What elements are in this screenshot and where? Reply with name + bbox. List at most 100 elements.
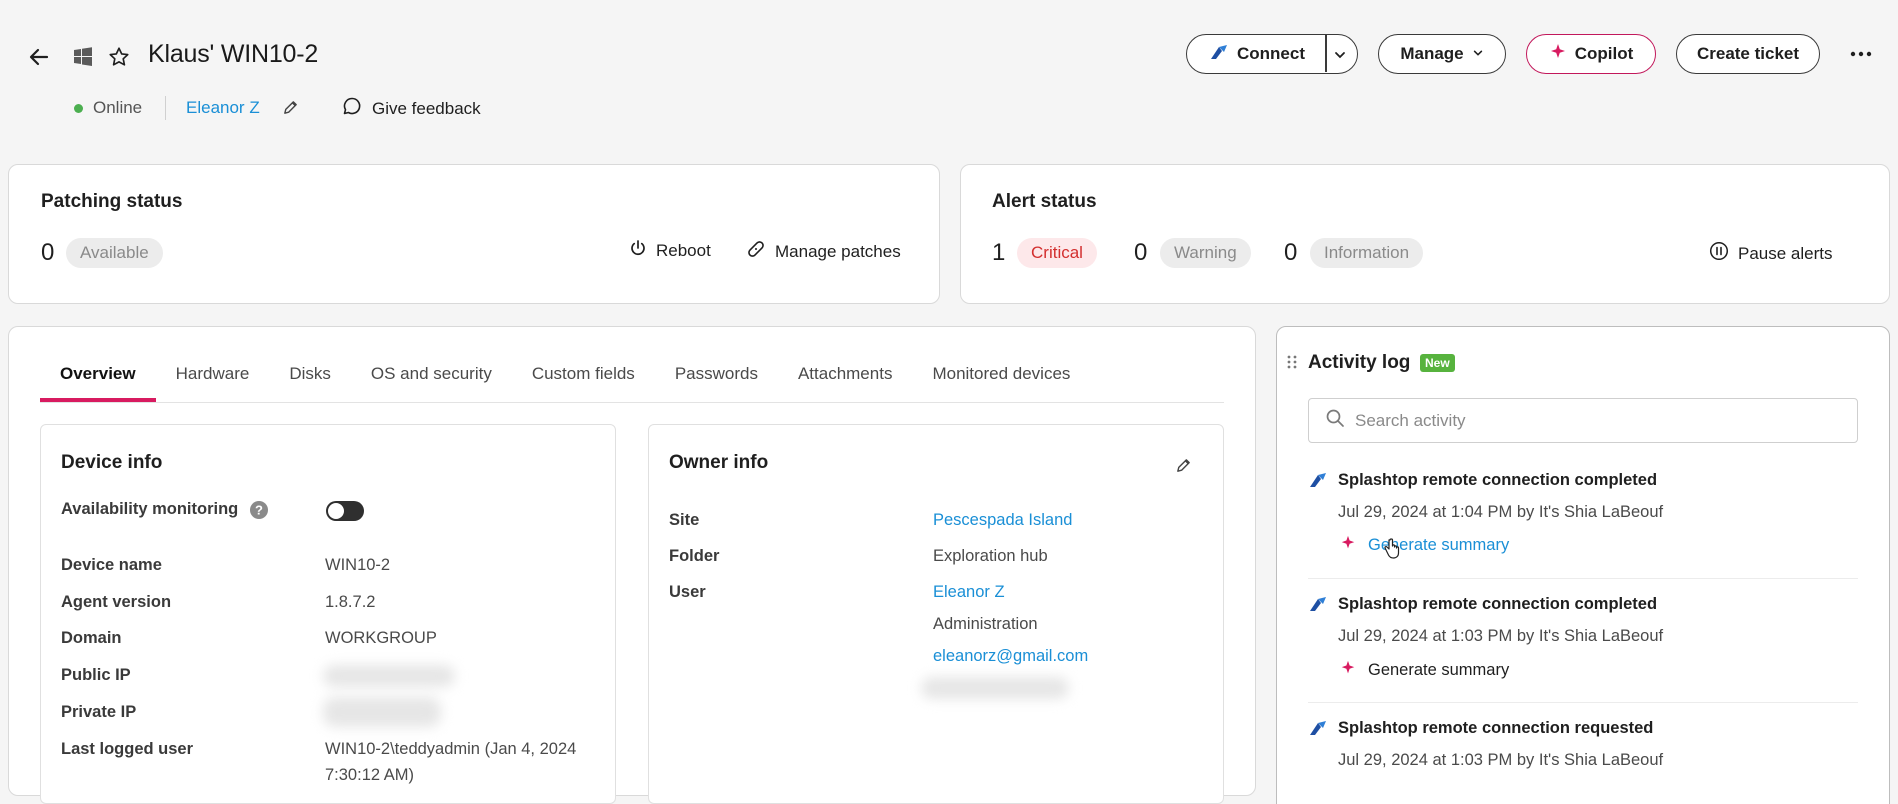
availability-toggle[interactable] (326, 501, 364, 521)
warning-pill[interactable]: Warning (1160, 238, 1251, 268)
folder-value: Exploration hub (933, 547, 1048, 565)
activity-item-title: Splashtop remote connection completed (1338, 471, 1658, 489)
activity-divider (1308, 578, 1858, 579)
bandage-icon (746, 239, 766, 264)
tab-monitored-devices[interactable]: Monitored devices (912, 358, 1090, 402)
manage-button[interactable]: Manage (1378, 34, 1506, 74)
tab-disks[interactable]: Disks (269, 358, 351, 402)
tab-passwords[interactable]: Passwords (655, 358, 778, 402)
generate-summary-label: Generate summary (1368, 661, 1510, 679)
generate-summary-link[interactable]: Generate summary (1340, 660, 1509, 681)
public-ip-label: Public IP (61, 666, 131, 684)
connect-label: Connect (1237, 44, 1305, 63)
give-feedback-label: Give feedback (372, 98, 481, 118)
drag-handle-icon[interactable] (1286, 354, 1298, 375)
divider (165, 96, 166, 120)
available-pill: Available (66, 238, 163, 268)
reboot-button[interactable]: Reboot (629, 239, 711, 262)
connect-button[interactable]: Connect (1186, 34, 1358, 74)
activity-item-meta: Jul 29, 2024 at 1:03 PM by It's Shia LaB… (1338, 751, 1664, 769)
user-name-link[interactable]: Eleanor Z (933, 583, 1005, 602)
device-info-title: Device info (61, 452, 163, 473)
manage-label: Manage (1400, 44, 1464, 63)
activity-divider (1308, 702, 1858, 703)
folder-label: Folder (669, 547, 720, 565)
device-info-panel: Device info Availability monitoring ? De… (40, 424, 616, 804)
user-email-link[interactable]: eleanorz@gmail.com (933, 647, 1088, 666)
information-pill[interactable]: Information (1310, 238, 1424, 268)
patching-count: 0 (41, 239, 55, 266)
phone-redacted (921, 677, 1069, 699)
activity-item-meta: Jul 29, 2024 at 1:04 PM by It's Shia LaB… (1338, 503, 1664, 521)
tab-custom-fields[interactable]: Custom fields (512, 358, 655, 402)
reboot-label: Reboot (656, 240, 711, 260)
assignee-link[interactable]: Eleanor Z (186, 98, 260, 118)
alert-title: Alert status (992, 191, 1097, 212)
device-name-value: WIN10-2 (325, 556, 391, 574)
hand-cursor-icon (1383, 538, 1401, 565)
pause-alerts-label: Pause alerts (1738, 243, 1833, 263)
warning-count: 0 (1134, 239, 1148, 266)
splashtop-icon (1209, 43, 1229, 66)
domain-label: Domain (61, 629, 122, 647)
create-ticket-label: Create ticket (1696, 44, 1800, 63)
tab-os-and-security[interactable]: OS and security (351, 358, 512, 402)
give-feedback-link[interactable]: Give feedback (342, 96, 481, 121)
public-ip-redacted (323, 665, 455, 687)
page-title: Klaus' WIN10-2 (148, 40, 319, 68)
owner-info-panel: Owner info Site Pescespada Island Folder… (648, 424, 1224, 804)
user-label: User (669, 583, 706, 601)
svg-text:?: ? (255, 503, 263, 518)
copilot-button[interactable]: Copilot (1526, 34, 1656, 74)
site-label: Site (669, 511, 700, 529)
info-count: 0 (1284, 239, 1298, 266)
patching-title: Patching status (41, 191, 183, 212)
private-ip-redacted (323, 697, 441, 727)
last-logged-user-value: WIN10-2\teddyadmin (Jan 4, 2024 (325, 740, 577, 758)
copilot-label: Copilot (1574, 44, 1634, 63)
device-tabs: Overview Hardware Disks OS and security … (40, 358, 1090, 402)
generate-summary-link[interactable]: Generate summary (1340, 535, 1509, 556)
search-icon (1325, 408, 1345, 433)
activity-item-title: Splashtop remote connection completed (1338, 595, 1658, 613)
chevron-down-icon[interactable] (1333, 47, 1347, 67)
status-text: Online (93, 98, 143, 117)
more-options-icon[interactable] (1848, 42, 1874, 66)
online-dot (74, 103, 83, 113)
user-role: Administration (933, 615, 1038, 633)
device-name-label: Device name (61, 556, 162, 574)
tab-overview[interactable]: Overview (40, 358, 156, 402)
sparkle-icon (1549, 43, 1567, 66)
activity-item-meta: Jul 29, 2024 at 1:03 PM by It's Shia LaB… (1338, 627, 1664, 645)
tab-attachments[interactable]: Attachments (778, 358, 913, 402)
private-ip-label: Private IP (61, 703, 137, 721)
windows-icon (70, 44, 96, 70)
edit-pencil-icon[interactable] (1175, 457, 1192, 479)
new-badge: New (1420, 354, 1455, 372)
activity-item-title: Splashtop remote connection requested (1338, 719, 1654, 737)
agent-version-label: Agent version (61, 593, 172, 611)
alert-status-card: Alert status 1 Critical 0 Warning 0 Info… (960, 164, 1890, 304)
help-icon[interactable]: ? (249, 500, 269, 525)
star-icon[interactable] (105, 43, 133, 71)
back-arrow-icon[interactable] (24, 42, 54, 72)
splashtop-icon (1308, 595, 1328, 618)
search-activity-input[interactable]: Search activity (1308, 398, 1858, 443)
chevron-down-icon (1472, 44, 1484, 64)
critical-pill[interactable]: Critical (1017, 238, 1097, 268)
patching-status-card: Patching status 0 Available Reboot Manag… (8, 164, 940, 304)
tabs-divider (40, 402, 1224, 403)
tab-hardware[interactable]: Hardware (156, 358, 270, 402)
site-link[interactable]: Pescespada Island (933, 511, 1072, 530)
status-indicator: Online (74, 98, 142, 118)
splashtop-icon (1308, 719, 1328, 742)
last-logged-user-label: Last logged user (61, 740, 194, 758)
create-ticket-button[interactable]: Create ticket (1676, 34, 1820, 74)
manage-patches-label: Manage patches (775, 241, 901, 261)
critical-count: 1 (992, 239, 1006, 266)
availability-label: Availability monitoring (61, 500, 239, 518)
edit-pencil-icon[interactable] (282, 99, 299, 121)
manage-patches-button[interactable]: Manage patches (746, 239, 901, 264)
pause-alerts-button[interactable]: Pause alerts (1709, 241, 1833, 266)
chat-bubble-icon (342, 96, 362, 121)
